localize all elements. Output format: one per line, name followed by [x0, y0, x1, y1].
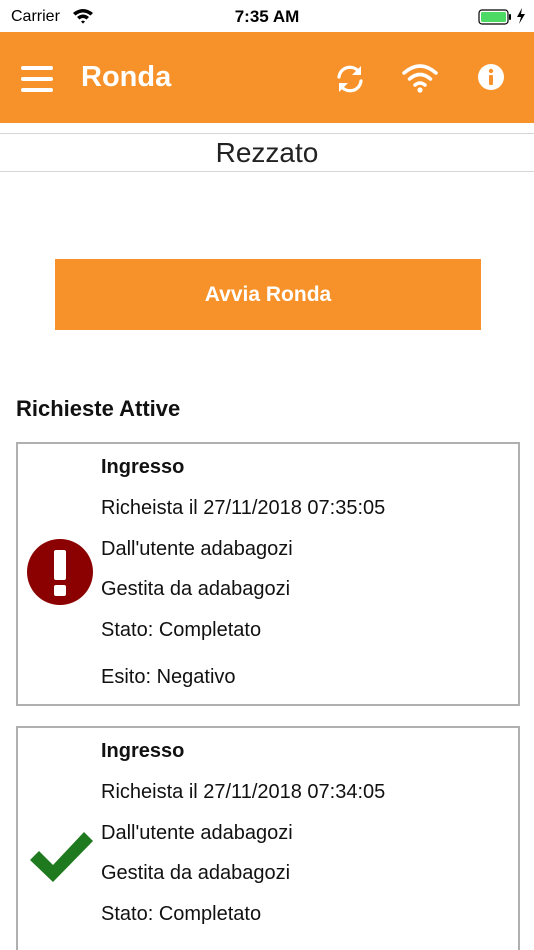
request-title: Ingresso: [101, 740, 185, 762]
request-date: Richeista il 27/11/2018 07:34:05: [101, 781, 386, 803]
location-name: Rezzato: [215, 137, 319, 168]
checkmark-icon: [30, 832, 93, 882]
request-card[interactable]: Ingresso Richeista il 27/11/2018 07:35:0…: [16, 442, 520, 706]
exclamation-icon: [27, 539, 93, 605]
nav-bar: Ronda: [0, 32, 534, 123]
request-state: Stato: Completato: [101, 619, 262, 641]
request-state: Stato: Completato: [101, 903, 262, 925]
battery-icon: [478, 9, 511, 25]
request-outcome: Esito: Negativo: [101, 666, 236, 688]
page-title: Ronda: [81, 61, 172, 93]
request-date: Richeista il 27/11/2018 07:35:05: [101, 497, 386, 519]
request-user: Dall'utente adabagozi: [101, 822, 293, 844]
request-handler: Gestita da adabagozi: [101, 862, 291, 884]
request-handler: Gestita da adabagozi: [101, 578, 291, 600]
clock-label: 7:35 AM: [234, 7, 300, 26]
request-title: Ingresso: [101, 456, 185, 478]
request-card[interactable]: Ingresso Richeista il 27/11/2018 07:34:0…: [16, 726, 520, 950]
menu-icon[interactable]: [21, 66, 53, 92]
status-bar: Carrier 7:35 AM: [0, 0, 534, 32]
wifi-icon[interactable]: [401, 62, 439, 94]
request-user: Dall'utente adabagozi: [101, 538, 293, 560]
sync-icon[interactable]: [333, 62, 367, 96]
location-header: Rezzato: [0, 133, 534, 172]
section-title: Richieste Attive: [16, 396, 181, 421]
info-icon[interactable]: [477, 63, 505, 91]
start-patrol-button[interactable]: Avvia Ronda: [55, 259, 481, 330]
charging-bolt-icon: [517, 8, 525, 24]
